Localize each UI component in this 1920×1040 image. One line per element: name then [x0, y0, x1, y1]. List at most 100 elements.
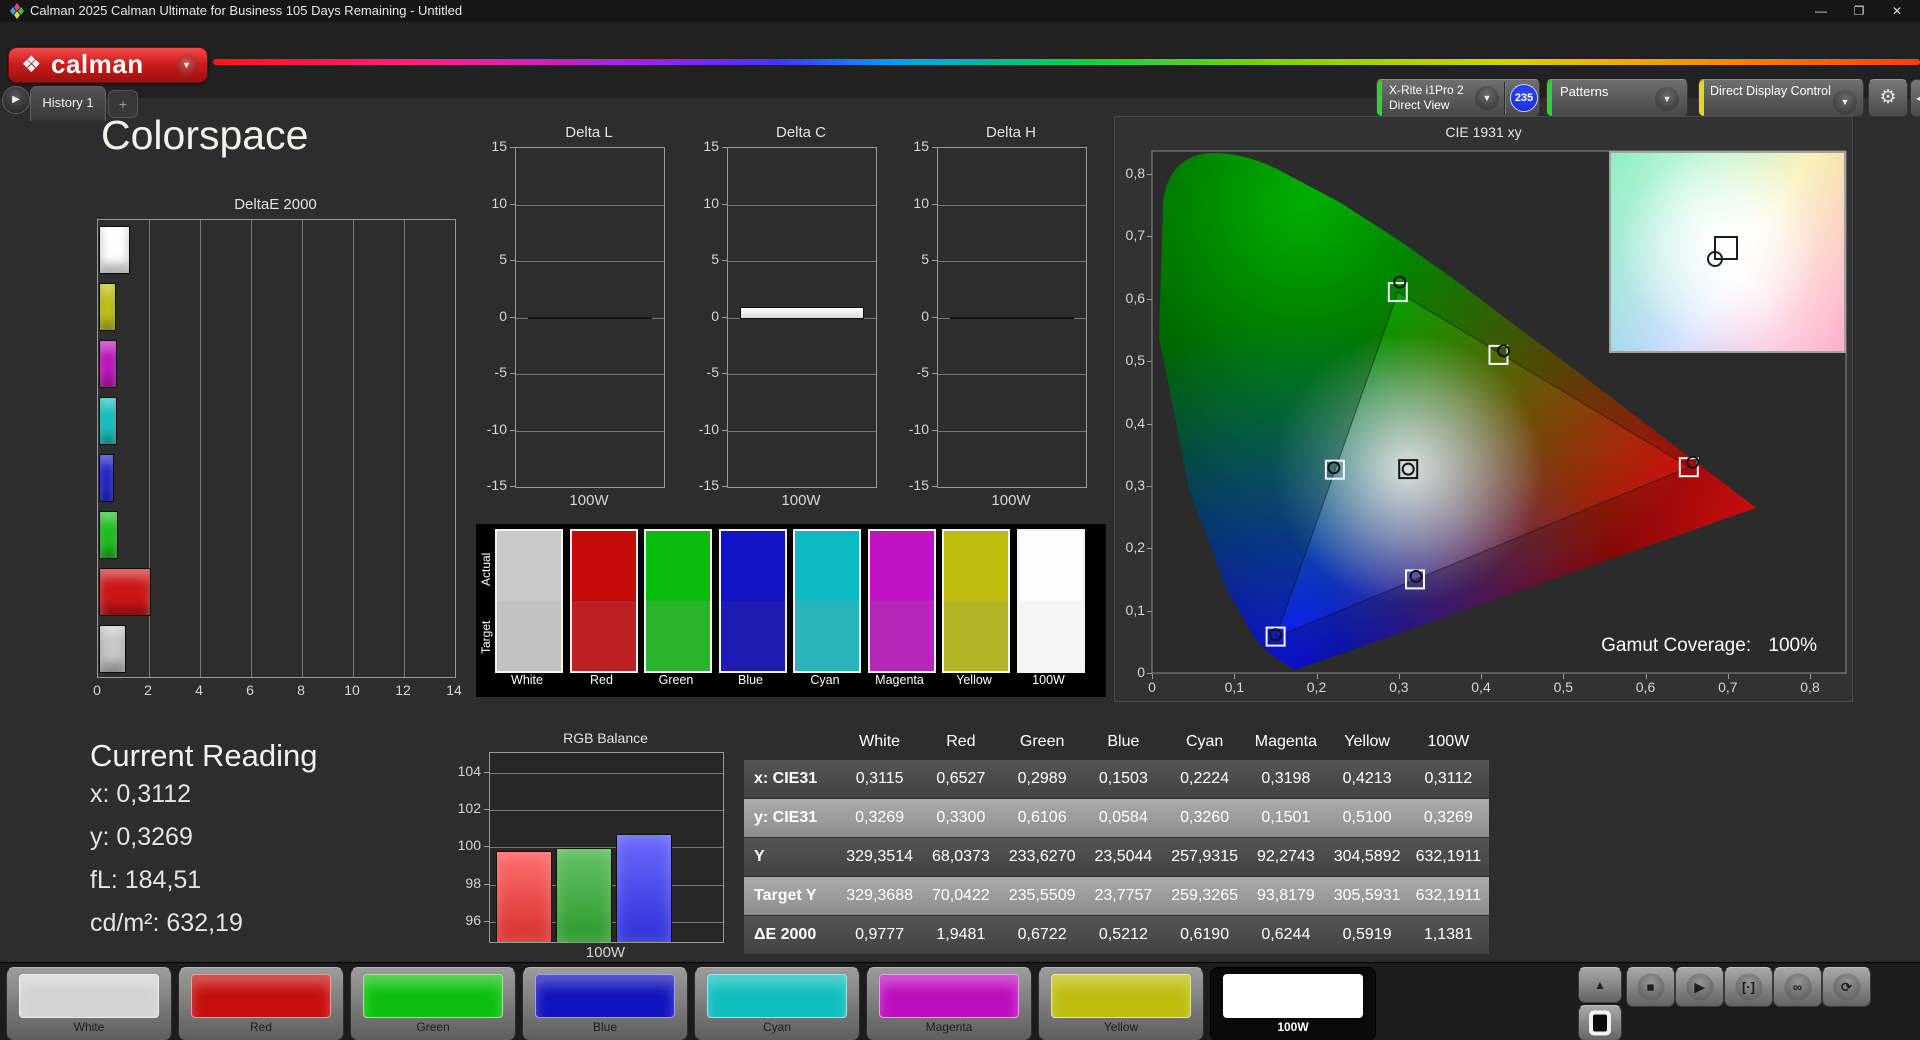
pattern-swatch: [19, 974, 159, 1018]
swatch-label: Green: [658, 673, 694, 687]
tick-mark: [722, 260, 727, 261]
rgb-wrap: RGB Balance 100W 104 102 100 98 96: [447, 730, 739, 962]
play-icon: ▶: [1686, 973, 1713, 1001]
tick-mark: [1147, 361, 1152, 363]
rgb-y-tick: 102: [457, 800, 481, 817]
swatch-actual: [571, 531, 636, 601]
delta-gridline: [516, 430, 664, 432]
minimize-icon[interactable]: —: [1804, 1, 1838, 21]
cie-x-tick: 0,8: [1800, 679, 1820, 695]
maximize-icon[interactable]: ❐: [1842, 1, 1876, 21]
delta-y-tick: 10: [913, 194, 929, 211]
deltae-xlabels: 0 2 4 6 8 10 12 14: [93, 682, 462, 702]
tab-scroll-button[interactable]: ▶: [2, 86, 30, 114]
play-icon: ▶: [12, 94, 20, 105]
refresh-button[interactable]: ⟳: [1822, 967, 1871, 1007]
delta-chart-title: Delta H: [985, 124, 1037, 141]
tick-mark: [932, 486, 937, 487]
pattern-button-red[interactable]: Red: [178, 967, 344, 1040]
rgb-y-tick: 96: [465, 911, 481, 928]
patterns-dropdown[interactable]: Patterns ▼: [1546, 79, 1688, 117]
swatch-label: Cyan: [810, 673, 840, 687]
swatch-label: 100W: [1032, 673, 1065, 687]
table-cell: 0,3115: [855, 770, 904, 787]
meter-dropdown[interactable]: X-Rite i1Pro 2 Direct View ▼ 235: [1376, 79, 1540, 117]
page-title: Colorspace: [101, 112, 309, 158]
table-cell: 70,0422: [931, 887, 990, 904]
panel-up-button[interactable]: ▲: [1578, 967, 1622, 1003]
table-row-label: x: CIE31: [754, 770, 818, 787]
delta-y-tick: 10: [703, 194, 719, 211]
monitor-icon: [1589, 1010, 1611, 1036]
pattern-button-yellow[interactable]: Yellow: [1038, 967, 1204, 1040]
pattern-button-blue[interactable]: Blue: [522, 967, 688, 1040]
delta-gridline: [938, 374, 1086, 375]
rgb-plot: [489, 752, 724, 943]
deltae-x-tick: 4: [195, 682, 203, 698]
collapse-panel-button[interactable]: ◀: [1910, 79, 1920, 117]
play-button[interactable]: ▶: [1675, 967, 1724, 1007]
table-cell: 93,8179: [1256, 887, 1315, 904]
delta-y-tick: 5: [499, 251, 507, 267]
current-reading-title: Current Reading: [90, 738, 318, 773]
cie-x-tick: 0: [1148, 679, 1156, 695]
pattern-button-green[interactable]: Green: [350, 967, 516, 1040]
delta-plot: [515, 147, 665, 488]
deltae-bar-white: [99, 625, 126, 674]
delta-gridline: [516, 204, 664, 206]
table-cell: 0,0584: [1098, 809, 1148, 826]
table-cell: 23,5044: [1094, 848, 1153, 865]
calman-menu-button[interactable]: ❖ calman ▼: [8, 47, 208, 83]
pattern-button-white[interactable]: White: [6, 967, 172, 1040]
tick-mark: [510, 260, 515, 261]
table-cell: 0,2224: [1180, 770, 1230, 787]
swatch-green: [644, 529, 712, 673]
pattern-button-100w[interactable]: 100W: [1210, 967, 1376, 1040]
pattern-window-button[interactable]: [·]: [1724, 967, 1773, 1007]
display-control-label: Direct Display Control: [1710, 84, 1831, 98]
table-cell: 235,5509: [1008, 887, 1076, 904]
delta-chart-2: Delta H 15 10 5 0 -5 -10 -15 100W: [903, 122, 1103, 522]
table-cell: 0,6244: [1261, 926, 1311, 943]
table-cell: 0,1501: [1261, 809, 1311, 826]
cie-x-tick: 0,2: [1306, 679, 1327, 695]
pattern-label: Magenta: [925, 1020, 973, 1034]
delta-y-tick: -10: [698, 420, 719, 437]
gear-icon[interactable]: ⚙: [1868, 79, 1908, 117]
pattern-button-magenta[interactable]: Magenta: [866, 967, 1032, 1040]
table-col-header: 100W: [1427, 733, 1470, 750]
stop-button[interactable]: ■: [1626, 967, 1675, 1007]
tick-mark: [1481, 674, 1482, 679]
table-cell: 0,2989: [1017, 770, 1067, 787]
display-window-button[interactable]: [1578, 1005, 1622, 1040]
swatch-red: [569, 529, 638, 673]
delta-x-label: 100W: [991, 492, 1031, 509]
swatch-label: Red: [590, 673, 613, 687]
delta-y-tick: -15: [908, 477, 929, 493]
reading-cdm2: cd/m²: 632,19: [90, 909, 243, 937]
deltae-x-tick: 12: [395, 682, 411, 698]
tab-history-1[interactable]: History 1: [30, 86, 106, 121]
deltae-gridline: [200, 220, 201, 677]
pattern-button-cyan[interactable]: Cyan: [694, 967, 860, 1040]
swatch-target: [720, 601, 785, 671]
table-cell: 304,5892: [1333, 848, 1401, 865]
close-icon[interactable]: ✕: [1880, 1, 1914, 21]
display-control-dropdown[interactable]: Direct Display Control ▼: [1698, 79, 1864, 117]
gamut-coverage-value: 100%: [1768, 635, 1817, 656]
continuous-measure-button[interactable]: ∞: [1773, 967, 1822, 1007]
swatch-target: [795, 601, 859, 671]
swatch-target: [571, 601, 636, 671]
deltae-gridline: [353, 220, 354, 677]
deltae-bar-blue: [99, 453, 115, 502]
table-cell: 0,3198: [1261, 770, 1311, 787]
delta-y-tick: 0: [921, 307, 929, 324]
delta-zero-bar: [950, 316, 1074, 319]
rgb-gridline: [490, 810, 723, 812]
cie-y-tick: 0,3: [1125, 476, 1145, 493]
table-cell: 0,4213: [1342, 770, 1392, 787]
swatch-cyan: [793, 529, 861, 673]
swatch-actual: [1018, 531, 1083, 601]
deltae-x-tick: 2: [144, 682, 152, 698]
cie-x-tick: 0,6: [1635, 679, 1656, 695]
